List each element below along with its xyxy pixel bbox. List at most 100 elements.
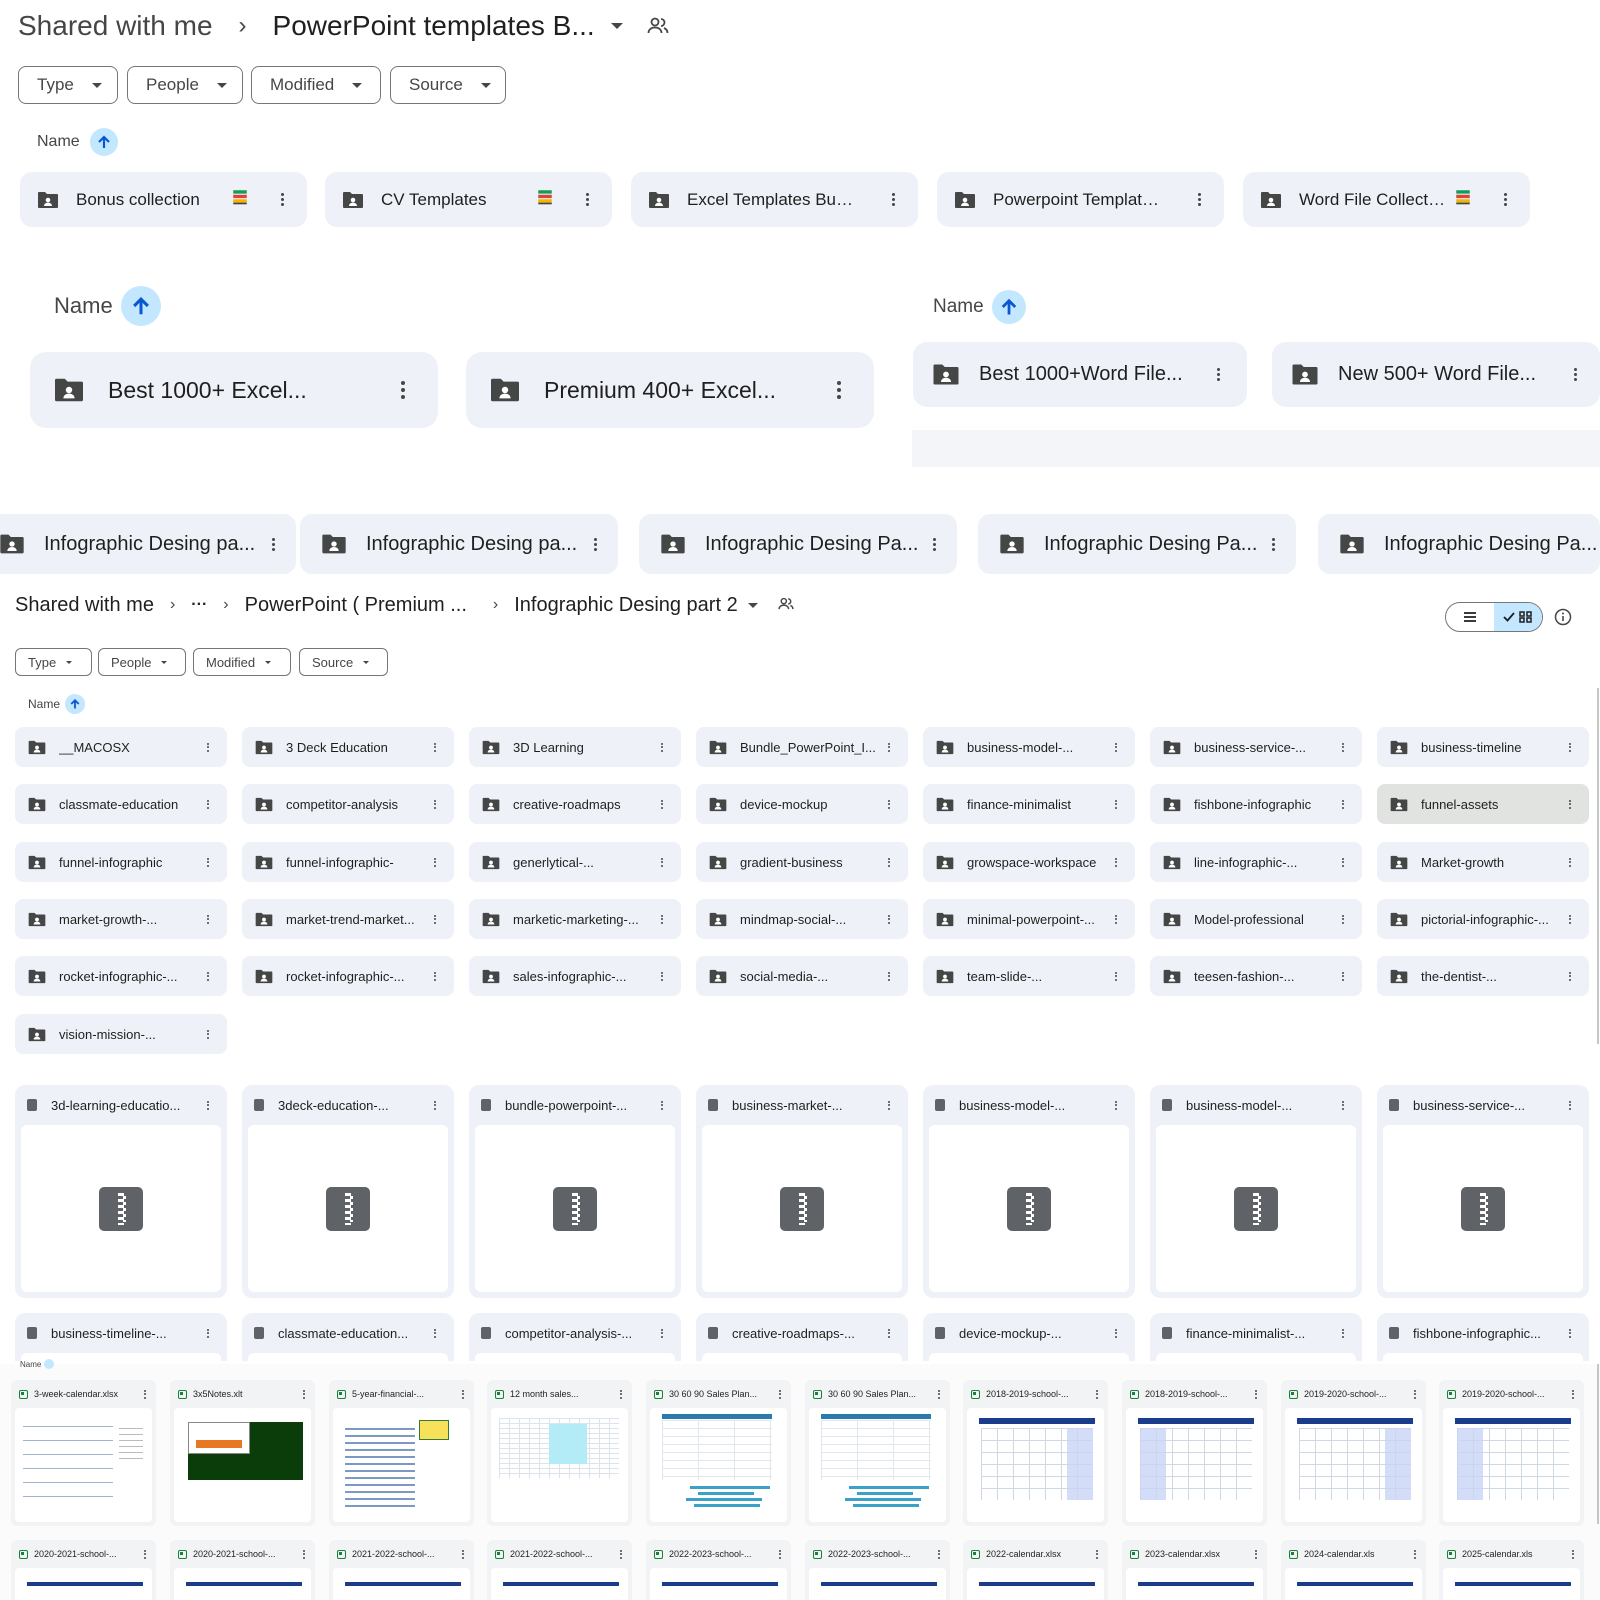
folder-tile[interactable]: funnel-assets [1377, 784, 1589, 824]
spreadsheet-file-card[interactable]: 5-year-financial-... [329, 1380, 474, 1526]
more-actions-icon[interactable] [773, 1389, 787, 1399]
more-actions-icon[interactable] [424, 742, 446, 752]
folder-tile[interactable]: Infographic Desing pa... [0, 514, 296, 574]
more-actions-icon[interactable] [271, 537, 275, 551]
folder-tile[interactable]: __MACOSX [15, 727, 227, 767]
more-actions-icon[interactable] [773, 1549, 787, 1559]
more-actions-icon[interactable] [424, 799, 446, 809]
more-actions-icon[interactable] [197, 857, 219, 867]
folder-tile[interactable]: creative-roadmaps [469, 784, 681, 824]
spreadsheet-file-card[interactable]: 2022-calendar.xlsx [963, 1540, 1108, 1600]
more-actions-icon[interactable] [651, 1100, 673, 1110]
folder-tile[interactable]: business-timeline [1377, 727, 1589, 767]
more-actions-icon[interactable] [1559, 857, 1581, 867]
arrow-up-icon[interactable] [65, 694, 86, 714]
more-actions-icon[interactable] [1559, 914, 1581, 924]
more-actions-icon[interactable] [1332, 1100, 1354, 1110]
more-actions-icon[interactable] [593, 537, 597, 551]
more-actions-icon[interactable] [878, 857, 900, 867]
more-actions-icon[interactable] [297, 1389, 311, 1399]
more-actions-icon[interactable] [651, 857, 673, 867]
zip-file-card[interactable]: business-model-... [1150, 1085, 1362, 1298]
folder-tile[interactable]: Best 1000+Word File... [913, 342, 1247, 407]
folder-tile[interactable]: rocket-infographic-... [15, 956, 227, 996]
more-actions-icon[interactable] [1105, 1100, 1127, 1110]
spreadsheet-file-card[interactable]: 2022-2023-school-... [646, 1540, 791, 1600]
folder-tile[interactable]: Infographic Desing Pa... [978, 514, 1296, 574]
more-actions-icon[interactable] [138, 1389, 152, 1399]
scrollbar[interactable] [1597, 688, 1599, 1044]
folder-tile[interactable]: Model-professional [1150, 899, 1362, 939]
folder-tile[interactable]: Infographic Desing Pa... [1318, 514, 1600, 574]
more-actions-icon[interactable] [651, 914, 673, 924]
more-actions-icon[interactable] [932, 537, 936, 551]
more-actions-icon[interactable] [891, 193, 895, 206]
folder-tile[interactable]: Infographic Desing pa... [300, 514, 618, 574]
more-actions-icon[interactable] [585, 193, 589, 206]
breadcrumb-shared-with-me[interactable]: Shared with me [15, 594, 154, 617]
more-actions-icon[interactable] [1559, 1100, 1581, 1110]
filter-modified[interactable]: Modified [251, 66, 381, 104]
more-actions-icon[interactable] [456, 1389, 470, 1399]
more-actions-icon[interactable] [1332, 857, 1354, 867]
sort-by-name[interactable]: Name [54, 286, 161, 326]
spreadsheet-file-card[interactable]: 30 60 90 Sales Plan... [805, 1380, 950, 1526]
zip-file-card[interactable]: device-mockup-... [923, 1313, 1135, 1361]
folder-tile[interactable]: Bonus collection [20, 172, 307, 227]
zip-file-card[interactable]: business-service-... [1377, 1085, 1589, 1298]
breadcrumb-current-folder[interactable]: Infographic Desing part 2 [514, 594, 737, 617]
zip-file-card[interactable]: creative-roadmaps-... [696, 1313, 908, 1361]
more-actions-icon[interactable] [1105, 857, 1127, 867]
spreadsheet-file-card[interactable]: 2019-2020-school-... [1281, 1380, 1426, 1526]
folder-tile[interactable]: 3D Learning [469, 727, 681, 767]
spreadsheet-file-card[interactable]: 30 60 90 Sales Plan... [646, 1380, 791, 1526]
more-actions-icon[interactable] [1332, 914, 1354, 924]
folder-tile[interactable]: mindmap-social-... [696, 899, 908, 939]
folder-tile[interactable]: gradient-business [696, 842, 908, 882]
breadcrumb-more-icon[interactable]: ··· [191, 596, 207, 614]
more-actions-icon[interactable] [932, 1389, 946, 1399]
zip-file-card[interactable]: finance-minimalist-... [1150, 1313, 1362, 1361]
zip-file-card[interactable]: business-timeline-... [15, 1313, 227, 1361]
spreadsheet-file-card[interactable]: 12 month sales... [487, 1380, 632, 1526]
filter-source[interactable]: Source [390, 66, 506, 104]
more-actions-icon[interactable] [1249, 1549, 1263, 1559]
spreadsheet-file-card[interactable]: 2022-2023-school-... [805, 1540, 950, 1600]
zip-file-card[interactable]: 3d-learning-educatio... [15, 1085, 227, 1298]
folder-tile[interactable]: social-media-... [696, 956, 908, 996]
folder-tile[interactable]: business-service-... [1150, 727, 1362, 767]
spreadsheet-file-card[interactable]: 2023-calendar.xlsx [1122, 1540, 1267, 1600]
more-actions-icon[interactable] [1559, 799, 1581, 809]
folder-tile[interactable]: rocket-infographic-... [242, 956, 454, 996]
sort-by-name[interactable]: Name [933, 290, 1026, 324]
spreadsheet-file-card[interactable]: 2024-calendar.xls [1281, 1540, 1426, 1600]
more-actions-icon[interactable] [424, 857, 446, 867]
more-actions-icon[interactable] [1566, 1549, 1580, 1559]
more-actions-icon[interactable] [197, 799, 219, 809]
folder-tile[interactable]: competitor-analysis [242, 784, 454, 824]
filter-type[interactable]: Type [15, 648, 92, 676]
more-actions-icon[interactable] [1105, 799, 1127, 809]
more-actions-icon[interactable] [1408, 1389, 1422, 1399]
folder-tile[interactable]: classmate-education [15, 784, 227, 824]
more-actions-icon[interactable] [878, 971, 900, 981]
filter-people[interactable]: People [127, 66, 243, 104]
more-actions-icon[interactable] [401, 381, 405, 399]
sort-by-name[interactable]: Name [28, 694, 86, 714]
spreadsheet-file-card[interactable]: 2018-2019-school-... [963, 1380, 1108, 1526]
more-actions-icon[interactable] [424, 971, 446, 981]
folder-tile[interactable]: device-mockup [696, 784, 908, 824]
more-actions-icon[interactable] [297, 1549, 311, 1559]
more-actions-icon[interactable] [878, 1100, 900, 1110]
more-actions-icon[interactable] [1332, 799, 1354, 809]
zip-file-card[interactable]: business-model-... [923, 1085, 1135, 1298]
folder-tile[interactable]: generlytical-... [469, 842, 681, 882]
breadcrumb-parent-folder[interactable]: PowerPoint ( Premium ... [245, 594, 467, 617]
arrow-up-icon[interactable] [991, 290, 1026, 324]
more-actions-icon[interactable] [1090, 1549, 1104, 1559]
folder-tile[interactable]: finance-minimalist [923, 784, 1135, 824]
more-actions-icon[interactable] [1105, 1328, 1127, 1338]
more-actions-icon[interactable] [1559, 971, 1581, 981]
more-actions-icon[interactable] [651, 742, 673, 752]
more-actions-icon[interactable] [1408, 1549, 1422, 1559]
